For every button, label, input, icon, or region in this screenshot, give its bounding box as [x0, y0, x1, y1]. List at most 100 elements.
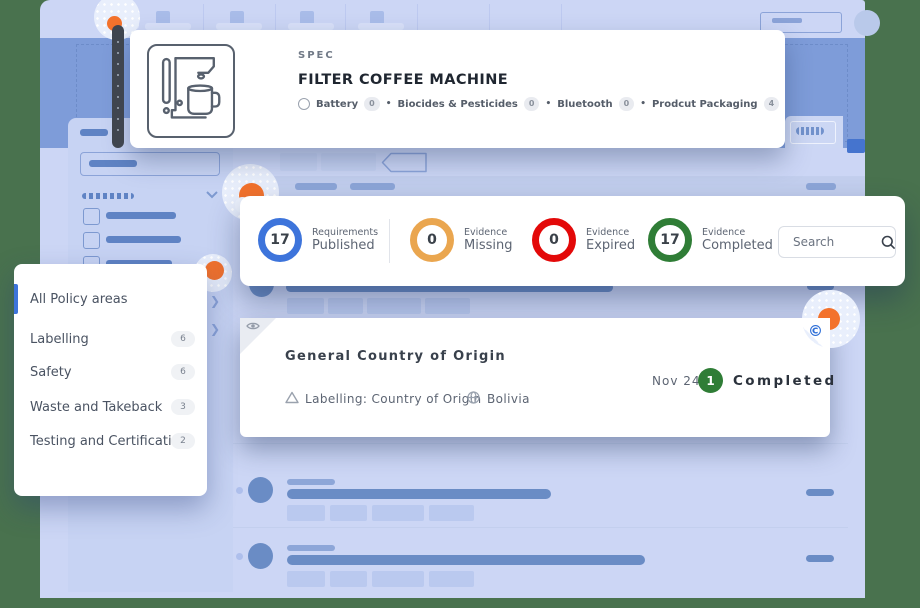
- policy-item-count: 3: [171, 399, 195, 415]
- tag-placeholder: [372, 505, 424, 521]
- decor-orange-blob: [205, 261, 224, 280]
- row-bullet: [236, 553, 243, 560]
- spec-eyebrow: SPEC: [298, 50, 335, 61]
- copy-badge-icon[interactable]: ©: [808, 324, 823, 339]
- row-side-placeholder: [806, 489, 834, 496]
- policy-areas-panel: All Policy areas Labelling 6 Safety 6 Wa…: [14, 264, 207, 496]
- eye-icon[interactable]: [246, 321, 260, 331]
- policy-item-count: 2: [171, 433, 195, 449]
- stat-label: Evidence: [464, 227, 512, 238]
- policy-item-count: 6: [171, 364, 195, 380]
- toolbar-pill: [321, 153, 376, 171]
- chevron-right-icon: ❯: [210, 322, 220, 336]
- section-header-placeholder: [82, 193, 134, 199]
- stat-ring: 17: [258, 218, 302, 262]
- tag-placeholder: [330, 571, 367, 587]
- avatar: [248, 543, 273, 569]
- evidence-count: 1: [706, 374, 714, 388]
- chevron-down-icon: [206, 191, 218, 199]
- active-indicator: [14, 284, 18, 314]
- spec-tag-count: 0: [364, 97, 380, 111]
- stat-label: Published: [312, 238, 378, 254]
- spec-tag-count: 4: [764, 97, 780, 111]
- list-label-placeholder: [106, 236, 181, 243]
- list-label-placeholder: [106, 212, 176, 219]
- globe-icon: [467, 391, 480, 404]
- sub-toolbar-bar: [295, 183, 337, 190]
- requirement-title: General Country of Origin: [285, 349, 506, 364]
- search-input[interactable]: [791, 234, 875, 250]
- tab-label-placeholder: [145, 23, 191, 30]
- requirement-card[interactable]: General Country of Origin Labelling: Cou…: [240, 318, 830, 437]
- evidence-count-badge: 1: [698, 368, 723, 393]
- policy-item-label: Labelling: [30, 332, 89, 347]
- row-divider: [233, 527, 848, 528]
- coffee-machine-illustration: [147, 44, 235, 138]
- stat-label: Requirements: [312, 227, 378, 238]
- policy-item-label: All Policy areas: [30, 292, 128, 307]
- status-label: Completed: [733, 373, 837, 389]
- avatar: [248, 477, 273, 503]
- spec-title: FILTER COFFEE MACHINE: [298, 72, 508, 88]
- search-icon[interactable]: [881, 235, 895, 250]
- stat-evidence-expired: 0 Evidence Expired: [532, 218, 635, 262]
- spec-tag-count: 0: [619, 97, 635, 111]
- search-field[interactable]: [778, 226, 896, 258]
- warning-triangle-icon: [285, 391, 299, 404]
- stat-divider: [389, 219, 390, 263]
- policy-item-testing[interactable]: Testing and Certification 2: [14, 428, 207, 454]
- policy-area-label: Labelling: Country of Origin: [305, 392, 481, 406]
- policy-item-labelling[interactable]: Labelling 6: [14, 326, 207, 352]
- checkbox: [83, 232, 100, 249]
- logo-placeholder: [80, 129, 108, 136]
- row-title-placeholder: [287, 555, 645, 565]
- checkbox: [83, 208, 100, 225]
- row-side-placeholder: [806, 555, 834, 562]
- stat-label: Completed: [702, 238, 773, 254]
- policy-item-safety[interactable]: Safety 6: [14, 359, 207, 385]
- tag-placeholder: [429, 571, 474, 587]
- stat-evidence-missing: 0 Evidence Missing: [410, 218, 512, 262]
- search-text-placeholder: [89, 160, 137, 167]
- tag-placeholder: [287, 571, 325, 587]
- tag-placeholder: [425, 298, 470, 314]
- stat-value: 0: [549, 232, 559, 248]
- coffee-machine-icon: [160, 55, 222, 127]
- row-title-placeholder: [287, 489, 551, 499]
- tag-placeholder: [287, 505, 325, 521]
- stat-label: Evidence: [702, 227, 773, 238]
- tag-placeholder: [328, 298, 363, 314]
- policy-item-all[interactable]: All Policy areas: [14, 286, 207, 312]
- spec-tag-count: 0: [524, 97, 540, 111]
- stat-ring: 17: [648, 218, 692, 262]
- stat-value: 17: [660, 232, 679, 248]
- dot-separator: •: [640, 99, 646, 109]
- stat-value: 17: [270, 232, 289, 248]
- dot-separator: •: [545, 99, 551, 109]
- spec-tag[interactable]: Battery: [316, 99, 358, 110]
- tag-placeholder: [287, 298, 324, 314]
- back-tag-outline: [381, 152, 428, 173]
- spec-tag[interactable]: Biocides & Pesticides: [398, 99, 518, 110]
- spec-tag[interactable]: Prodcut Packaging: [652, 99, 758, 110]
- policy-item-waste[interactable]: Waste and Takeback 3: [14, 394, 207, 420]
- row-eyebrow-placeholder: [287, 479, 335, 485]
- stat-ring: 0: [410, 218, 454, 262]
- stat-ring: 0: [532, 218, 576, 262]
- row-eyebrow-placeholder: [287, 545, 335, 551]
- stat-label: Missing: [464, 238, 512, 254]
- mini-button-placeholder: [847, 139, 865, 153]
- tag-placeholder: [372, 571, 424, 587]
- policy-item-label: Safety: [30, 365, 72, 380]
- spec-tag[interactable]: Bluetooth: [557, 99, 612, 110]
- tag-placeholder: [330, 505, 367, 521]
- spec-card[interactable]: SPEC FILTER COFFEE MACHINE Battery 0 • B…: [130, 30, 785, 148]
- toolbar-pill: [280, 153, 317, 171]
- country-label: Bolivia: [487, 392, 530, 406]
- band-corner-panel: [785, 116, 843, 148]
- spec-card-spine: [112, 25, 124, 148]
- row-divider: [233, 443, 848, 444]
- sub-toolbar-bar: [806, 183, 836, 190]
- dot-separator: •: [386, 99, 392, 109]
- due-date: Nov 24: [652, 374, 701, 388]
